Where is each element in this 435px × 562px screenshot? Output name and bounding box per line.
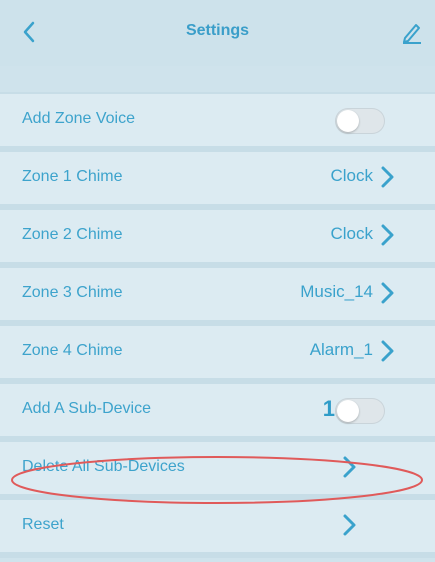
toggle-knob [337, 400, 359, 422]
sub-device-count: 1 [322, 396, 335, 421]
row-zone-1-chime[interactable]: Zone 1 Chime Clock [0, 152, 435, 210]
edit-button[interactable] [401, 20, 423, 44]
chevron-right-icon[interactable] [339, 454, 359, 480]
row-value: Clock [330, 224, 373, 243]
row-label: Delete All Sub-Devices [22, 458, 185, 475]
row-label: Add Zone Voice [22, 110, 135, 127]
add-sub-device-toggle[interactable] [335, 398, 385, 424]
chevron-right-icon[interactable] [377, 338, 397, 364]
chevron-right-icon[interactable] [339, 512, 359, 538]
row-label: Zone 2 Chime [22, 226, 123, 243]
chevron-right-icon[interactable] [377, 222, 397, 248]
row-zone-3-chime[interactable]: Zone 3 Chime Music_14 [0, 268, 435, 326]
row-label: Zone 4 Chime [22, 342, 123, 359]
row-zone-2-chime[interactable]: Zone 2 Chime Clock [0, 210, 435, 268]
row-delete-all-sub-devices[interactable]: Delete All Sub-Devices [0, 442, 435, 500]
row-zone-4-chime[interactable]: Zone 4 Chime Alarm_1 [0, 326, 435, 384]
row-label: Add A Sub-Device [22, 400, 151, 417]
row-reset[interactable]: Reset [0, 500, 435, 558]
row-value: Clock [330, 166, 373, 185]
row-value: Alarm_1 [309, 340, 373, 359]
row-add-sub-device[interactable]: Add A Sub-Device 1 [0, 384, 435, 442]
row-label: Zone 1 Chime [22, 168, 123, 185]
row-label: Zone 3 Chime [22, 284, 123, 301]
row-add-zone-voice[interactable]: Add Zone Voice [0, 92, 435, 152]
chevron-right-icon[interactable] [377, 280, 397, 306]
row-label: Reset [22, 516, 64, 533]
pencil-icon [403, 24, 421, 44]
toggle-knob [337, 110, 359, 132]
page-title: Settings [185, 22, 250, 39]
row-value: Music_14 [300, 282, 373, 301]
add-zone-voice-toggle[interactable] [335, 108, 385, 134]
chevron-right-icon[interactable] [377, 164, 397, 190]
nav-bar: Settings [0, 0, 435, 66]
settings-screen: Settings Add Zone Voice Zone 1 Chime Clo… [0, 0, 435, 562]
settings-list: Add Zone Voice Zone 1 Chime Clock Zone 2… [0, 92, 435, 558]
